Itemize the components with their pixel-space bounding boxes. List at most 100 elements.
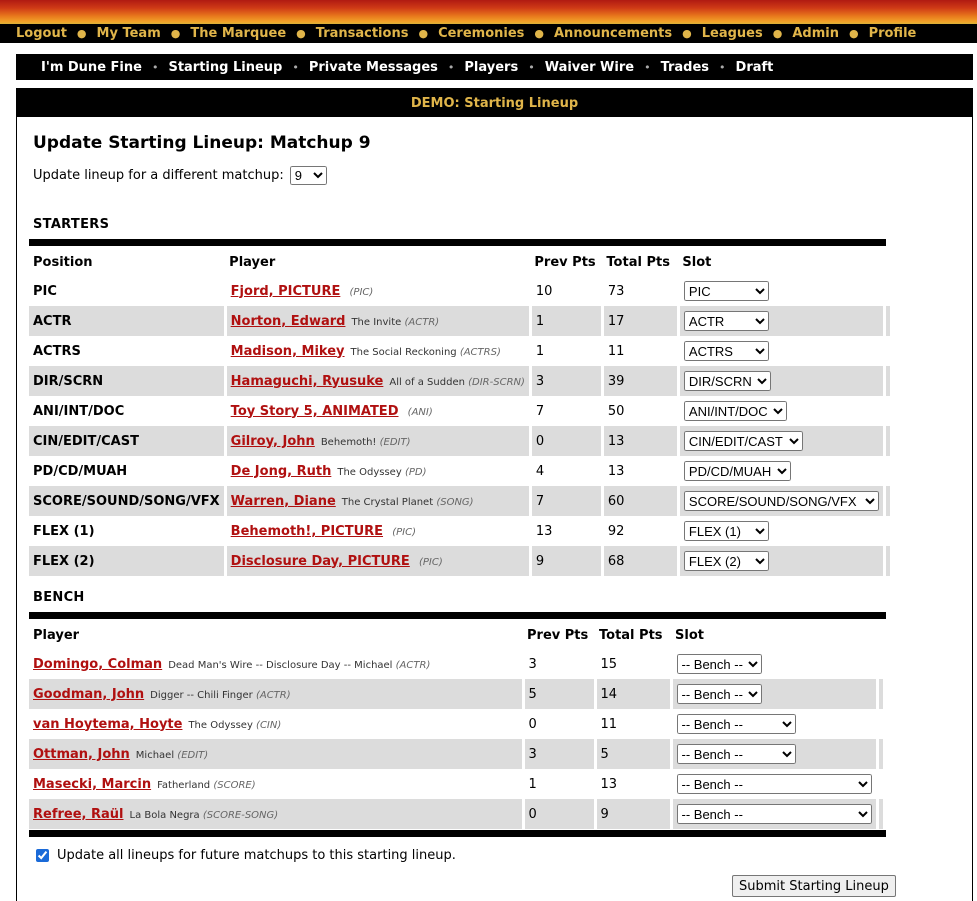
row-end-cell [875, 679, 883, 709]
player-name-link[interactable]: Gilroy, John [231, 434, 315, 449]
row-end-cell [875, 709, 883, 739]
col-end [877, 621, 883, 649]
player-name-link[interactable]: De Jong, Ruth [231, 464, 332, 479]
player-category: (PIC) [419, 556, 443, 568]
player-name-link[interactable]: Madison, Mikey [231, 344, 345, 359]
position-cell: ANI/INT/DOC [33, 403, 125, 419]
future-lineups-option[interactable]: Update all lineups for future matchups t… [36, 848, 456, 863]
slot-cell: FLEX (1) [676, 516, 885, 546]
player-name-link[interactable]: Behemoth!, PICTURE [231, 524, 383, 539]
position-cell: PIC [33, 283, 57, 299]
top-nav-link[interactable]: The Marquee [190, 26, 286, 41]
team-nav-link[interactable]: Trades [661, 60, 709, 75]
total-pts-cell: 13 [600, 426, 679, 456]
slot-select[interactable]: -- Bench -- [676, 744, 796, 764]
player-cell: Madison, Mikey The Social Reckoning (ACTR… [223, 336, 531, 366]
top-nav-link[interactable]: Announcements [554, 26, 672, 41]
starters-header-row: Position Player Prev Pts Total Pts Slot [29, 248, 890, 276]
player-name-link[interactable]: Warren, Diane [231, 494, 336, 509]
team-nav-link[interactable]: Draft [736, 60, 774, 75]
player-name-link[interactable]: Toy Story 5, ANIMATED [231, 404, 399, 419]
team-nav-link[interactable]: Waiver Wire [545, 60, 634, 75]
player-name-link[interactable]: Ottman, John [33, 747, 130, 762]
nav-separator: ● [76, 27, 87, 40]
top-nav-link[interactable]: Transactions [316, 26, 409, 41]
player-name-link[interactable]: Goodman, John [33, 687, 144, 702]
player-meta: Michael (EDIT) [136, 750, 208, 761]
starter-row: PD/CD/MUAH De Jong, Ruth The Odyssey (PD) 4… [29, 456, 891, 486]
row-end-cell [882, 546, 891, 576]
prev-pts-cell: 3 [521, 649, 595, 679]
player-name-link[interactable]: Disclosure Day, PICTURE [231, 554, 410, 569]
player-name-link[interactable]: Domingo, Colman [33, 657, 162, 672]
total-pts-cell: 15 [593, 649, 671, 679]
player-category: (PD) [404, 466, 427, 478]
slot-select[interactable]: FLEX (2) [683, 551, 769, 571]
player-name-link[interactable]: Masecki, Marcin [33, 777, 151, 792]
player-meta: The Odyssey (PD) [337, 467, 426, 478]
team-nav-link[interactable]: Private Messages [309, 60, 438, 75]
slot-select[interactable]: FLEX (1) [683, 521, 769, 541]
slot-select[interactable]: SCORE/SOUND/SONG/VFX [683, 491, 879, 511]
player-name-link[interactable]: Hamaguchi, Ryusuke [231, 374, 384, 389]
team-nav-link[interactable]: Starting Lineup [168, 60, 282, 75]
top-nav-link[interactable]: Ceremonies [438, 26, 524, 41]
slot-select[interactable]: ANI/INT/DOC [683, 401, 787, 421]
player-meta: The Odyssey (CIN) [188, 720, 281, 731]
slot-select[interactable]: PD/CD/MUAH [683, 461, 791, 481]
player-name-link[interactable]: Norton, Edward [231, 314, 346, 329]
position-cell: DIR/SCRN [29, 366, 226, 396]
prev-pts-cell: 0 [521, 709, 595, 739]
team-nav-link[interactable]: Players [464, 60, 518, 75]
panel-header: DEMO: Starting Lineup [17, 89, 972, 117]
slot-select[interactable]: -- Bench -- [676, 684, 762, 704]
player-meta: All of a Sudden (DIR-SCRN) [389, 377, 525, 388]
prev-pts-cell: 7 [528, 486, 603, 516]
nav-separator: • [528, 60, 535, 74]
player-cell: Hamaguchi, Ryusuke All of a Sudden (DIR-S… [223, 366, 531, 396]
page-title: Update Starting Lineup: Matchup 9 [33, 133, 371, 153]
top-nav-link[interactable]: Logout [16, 26, 67, 41]
slot-select[interactable]: DIR/SCRN [683, 371, 771, 391]
nav-separator: • [151, 60, 159, 74]
matchup-selector-row: Update lineup for a different matchup: 9 [33, 166, 327, 185]
row-end-cell [882, 486, 891, 516]
top-nav-link[interactable]: Admin [792, 26, 839, 41]
player-cell: Toy Story 5, ANIMATED (ANI) [223, 396, 531, 426]
slot-select[interactable]: -- Bench -- [676, 714, 796, 734]
slot-select[interactable]: CIN/EDIT/CAST [683, 431, 803, 451]
player-name-link[interactable]: Fjord, PICTURE [231, 284, 341, 299]
team-nav-link[interactable]: I'm Dune Fine [41, 60, 142, 75]
player-name-link[interactable]: Refree, Raül [33, 807, 124, 822]
total-pts-cell: 11 [593, 709, 671, 739]
slot-select[interactable]: ACTRS [683, 341, 769, 361]
top-nav-link[interactable]: Leagues [702, 26, 763, 41]
position-cell: ACTR [29, 306, 226, 336]
slot-select[interactable]: PIC [683, 281, 769, 301]
player-meta: La Bola Negra (SCORE-SONG) [130, 810, 279, 821]
prev-pts-cell: 10 [528, 276, 603, 306]
starter-row: PIC Fjord, PICTURE (PIC) 10 73 PIC [29, 276, 891, 306]
bench-table: Player Prev Pts Total Pts Slot Domingo, … [29, 621, 883, 829]
slot-select[interactable]: -- Bench -- [676, 804, 872, 824]
player-cell: Goodman, John Digger -- Chili Finger (ACT… [29, 679, 523, 709]
future-lineups-label: Update all lineups for future matchups t… [57, 848, 456, 863]
slot-select[interactable]: -- Bench -- [676, 654, 762, 674]
top-nav-link[interactable]: Profile [869, 26, 917, 41]
player-name-link[interactable]: van Hoytema, Hoyte [33, 717, 182, 732]
slot-select[interactable]: -- Bench -- [676, 774, 872, 794]
top-nav: Logout ● My Team ● The Marquee ● Transactions ●… [0, 24, 977, 43]
col-player: Player [229, 254, 276, 270]
col-end [884, 248, 890, 276]
slot-select[interactable]: ACTR [683, 311, 769, 331]
matchup-select[interactable]: 9 [289, 166, 327, 185]
submit-lineup-button[interactable]: Submit Starting Lineup [732, 875, 896, 897]
prev-pts-cell: 1 [528, 336, 603, 366]
total-pts-cell: 17 [600, 306, 679, 336]
row-end-cell [875, 769, 883, 799]
player-cell: Ottman, John Michael (EDIT) [29, 739, 523, 769]
row-end-cell [882, 426, 891, 456]
player-film: The Odyssey [188, 719, 253, 731]
top-nav-link[interactable]: My Team [97, 26, 161, 41]
future-lineups-checkbox[interactable] [36, 849, 49, 862]
